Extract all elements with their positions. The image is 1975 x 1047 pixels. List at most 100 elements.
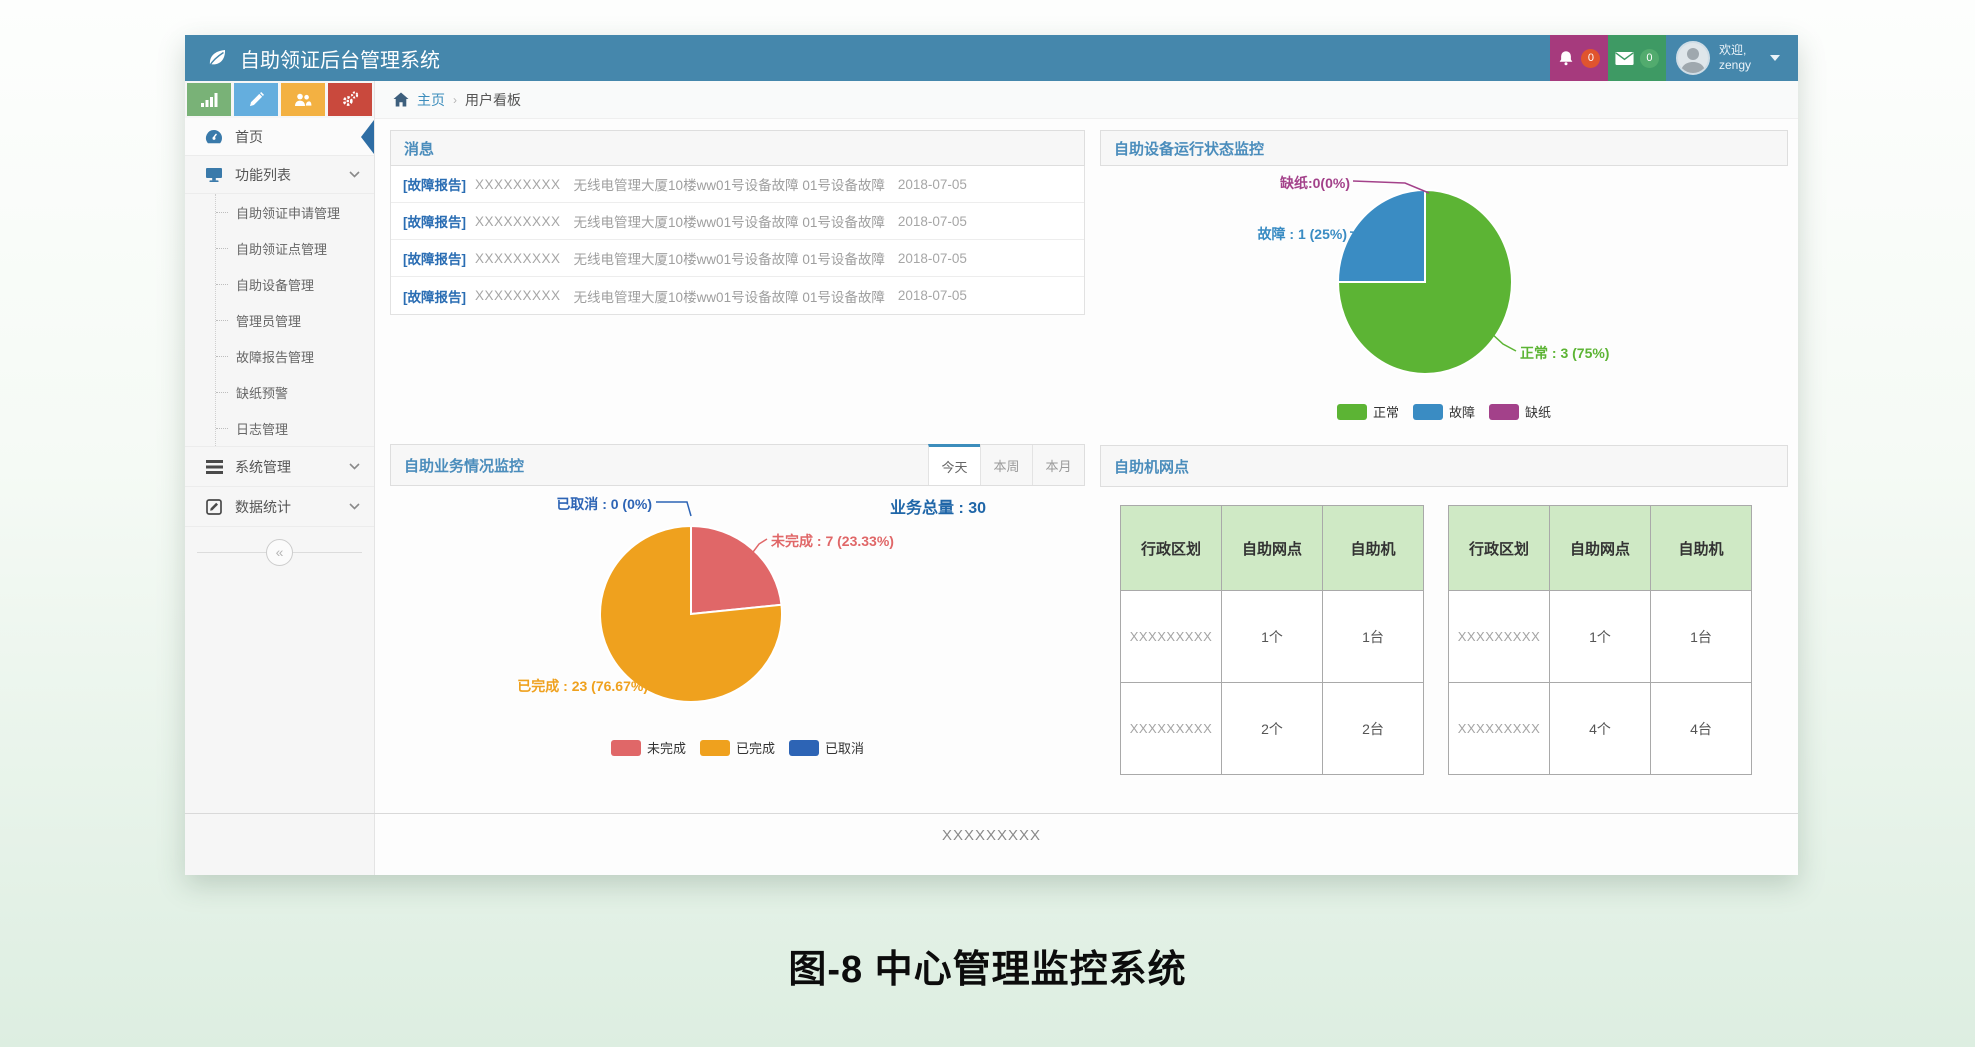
cell-machines: 1台 xyxy=(1651,591,1752,683)
submenu-item-apply-mgmt[interactable]: 自助领证申请管理 xyxy=(185,194,374,230)
sidebar-item-functions[interactable]: 功能列表 xyxy=(185,156,374,194)
cell-district: XXXXXXXXX xyxy=(1449,591,1550,683)
messages-panel-header: 消息 xyxy=(390,130,1085,166)
connector-undone xyxy=(747,539,767,560)
message-row[interactable]: [故障报告] XXXXXXXXX 无线电管理大厦10楼ww01号设备故障 01号… xyxy=(391,277,1084,314)
tree-dash xyxy=(216,428,228,429)
col-header-district: 行政区划 xyxy=(1449,506,1550,591)
left-column: 消息 [故障报告] XXXXXXXXX 无线电管理大厦10楼ww01号设备故障 … xyxy=(390,130,1085,776)
window-footer: XXXXXXXXX xyxy=(185,813,1798,875)
home-icon xyxy=(393,92,409,107)
legend-item-undone[interactable]: 未完成 xyxy=(611,738,686,757)
submenu-item-admin-mgmt[interactable]: 管理员管理 xyxy=(185,302,374,338)
legend-swatch xyxy=(700,740,730,756)
network-tables: 行政区划 自助网点 自助机 XXXXXXXXX 1个 1台 xyxy=(1100,487,1788,777)
welcome-line2: zengy xyxy=(1719,58,1751,72)
figure-caption: 图-8 中心管理监控系统 xyxy=(0,938,1975,993)
message-row[interactable]: [故障报告] XXXXXXXXX 无线电管理大厦10楼ww01号设备故障 01号… xyxy=(391,240,1084,277)
pencil-icon xyxy=(249,92,264,107)
submenu-item-paper-warning[interactable]: 缺纸预警 xyxy=(185,374,374,410)
bell-icon xyxy=(1557,49,1575,67)
notifications-button[interactable]: 0 xyxy=(1550,35,1608,81)
tree-dash xyxy=(216,248,228,249)
submenu-item-fault-report-mgmt[interactable]: 故障报告管理 xyxy=(185,338,374,374)
users-icon xyxy=(294,92,312,107)
legend-label: 缺纸 xyxy=(1525,402,1551,421)
chevron-down-icon xyxy=(349,171,360,178)
envelope-icon xyxy=(1615,51,1634,66)
business-panel-header: 自助业务情况监控 今天 本周 本月 xyxy=(390,444,1085,486)
connector-fault xyxy=(1350,232,1376,254)
cell-points: 2个 xyxy=(1222,683,1323,775)
sidebar: 首页 功能列表 自助领证申请管理 自助领证点管理 自助设备管理 管理员管理 故障… xyxy=(185,81,375,875)
tree-dash xyxy=(216,356,228,357)
submenu-label: 自助领证点管理 xyxy=(236,239,327,258)
legend-item-normal[interactable]: 正常 xyxy=(1337,402,1399,421)
legend-label: 已取消 xyxy=(825,738,864,757)
network-panel-title: 自助机网点 xyxy=(1114,456,1189,477)
chevron-down-icon xyxy=(349,463,360,470)
message-code: XXXXXXXXX xyxy=(475,288,561,303)
breadcrumb-home-link[interactable]: 主页 xyxy=(417,90,445,110)
connector-normal xyxy=(1491,333,1516,351)
breadcrumb-current: 用户看板 xyxy=(465,90,521,110)
device-panel-header: 自助设备运行状态监控 xyxy=(1100,130,1788,166)
connector-paper xyxy=(1353,181,1429,193)
submenu-item-point-mgmt[interactable]: 自助领证点管理 xyxy=(185,230,374,266)
table-header-row: 行政区划 自助网点 自助机 xyxy=(1449,506,1752,591)
legend-item-done[interactable]: 已完成 xyxy=(700,738,775,757)
message-tag: [故障报告] xyxy=(403,174,466,194)
messages-button[interactable]: 0 xyxy=(1608,35,1666,81)
submenu-label: 日志管理 xyxy=(236,419,288,438)
notification-badge: 0 xyxy=(1581,49,1600,68)
footer-text: XXXXXXXXX xyxy=(942,827,1041,844)
sidebar-collapse-button[interactable]: « xyxy=(185,535,374,569)
legend-item-cancelled[interactable]: 已取消 xyxy=(789,738,864,757)
user-avatar xyxy=(1676,41,1710,75)
message-row[interactable]: [故障报告] XXXXXXXXX 无线电管理大厦10楼ww01号设备故障 01号… xyxy=(391,203,1084,240)
submenu-item-log-mgmt[interactable]: 日志管理 xyxy=(185,410,374,446)
topbar-right: 0 0 欢迎, zengy xyxy=(1550,35,1798,81)
table-row: XXXXXXXXX 2个 2台 xyxy=(1121,683,1424,775)
quick-button-edit[interactable] xyxy=(234,83,278,116)
legend-label: 未完成 xyxy=(647,738,686,757)
sidebar-item-system[interactable]: 系统管理 xyxy=(185,447,374,487)
business-legend: 未完成 已完成 已取消 xyxy=(390,738,1085,757)
leaf-icon xyxy=(205,46,229,70)
col-header-points: 自助网点 xyxy=(1222,506,1323,591)
tab-this-month[interactable]: 本月 xyxy=(1032,445,1084,485)
cell-district: XXXXXXXXX xyxy=(1121,683,1222,775)
col-header-points: 自助网点 xyxy=(1550,506,1651,591)
sidebar-item-home[interactable]: 首页 xyxy=(185,118,374,156)
network-panel-header: 自助机网点 xyxy=(1100,445,1788,487)
app-brand: 自助领证后台管理系统 xyxy=(185,35,440,81)
submenu-item-device-mgmt[interactable]: 自助设备管理 xyxy=(185,266,374,302)
message-row[interactable]: [故障报告] XXXXXXXXX 无线电管理大厦10楼ww01号设备故障 01号… xyxy=(391,166,1084,203)
legend-swatch xyxy=(1337,404,1367,420)
legend-swatch xyxy=(789,740,819,756)
connector-done xyxy=(652,665,674,683)
tab-this-week[interactable]: 本周 xyxy=(980,445,1032,485)
message-text: 无线电管理大厦10楼ww01号设备故障 01号设备故障 xyxy=(574,211,885,231)
sidebar-item-statistics[interactable]: 数据统计 xyxy=(185,487,374,527)
business-panel-title: 自助业务情况监控 xyxy=(404,455,524,476)
sidebar-quick-buttons xyxy=(185,81,374,116)
quick-button-settings[interactable] xyxy=(328,83,372,116)
message-text: 无线电管理大厦10楼ww01号设备故障 01号设备故障 xyxy=(574,174,885,194)
message-code: XXXXXXXXX xyxy=(475,214,561,229)
message-date: 2018-07-05 xyxy=(898,288,967,303)
legend-item-paper[interactable]: 缺纸 xyxy=(1489,402,1551,421)
legend-item-fault[interactable]: 故障 xyxy=(1413,402,1475,421)
welcome-text: 欢迎, zengy xyxy=(1719,43,1751,73)
tab-today[interactable]: 今天 xyxy=(928,444,980,485)
user-menu[interactable]: 欢迎, zengy xyxy=(1666,35,1798,81)
legend-label: 已完成 xyxy=(736,738,775,757)
quick-button-users[interactable] xyxy=(281,83,325,116)
quick-button-stats[interactable] xyxy=(187,83,231,116)
message-date: 2018-07-05 xyxy=(898,214,967,229)
pie-label-fault: 故障 : 1 (25%) xyxy=(1258,224,1347,244)
sidebar-item-label: 系统管理 xyxy=(235,457,291,477)
message-text: 无线电管理大厦10楼ww01号设备故障 01号设备故障 xyxy=(574,286,885,306)
message-date: 2018-07-05 xyxy=(898,251,967,266)
submenu-label: 自助设备管理 xyxy=(236,275,314,294)
